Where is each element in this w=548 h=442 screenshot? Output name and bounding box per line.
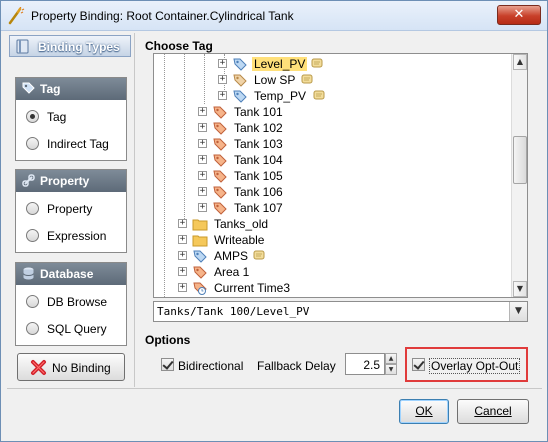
tag-orange-icon [213, 122, 227, 135]
tag-blue-icon [193, 250, 207, 263]
overlay-opt-out-checkbox[interactable] [412, 358, 425, 371]
scroll-down-button[interactable]: ▼ [513, 281, 527, 297]
radio-button[interactable] [26, 322, 39, 335]
overlay-opt-out-label: Overlay Opt-Out [429, 358, 521, 374]
documentation-scroll-icon [301, 74, 313, 84]
tag-group-title: Tag [16, 78, 126, 100]
tag-path-value: Tanks/Tank 100/Level_PV [157, 305, 310, 318]
fallback-delay-input[interactable]: 2.5 [345, 353, 385, 375]
close-button[interactable]: ✕ [497, 5, 541, 25]
tag-blue-icon [233, 58, 247, 71]
spin-down-button[interactable]: ▼ [385, 364, 397, 375]
expand-icon[interactable]: + [178, 267, 187, 276]
tag-orange-icon [213, 202, 227, 215]
red-x-icon [31, 360, 46, 375]
dropdown-button[interactable]: ▼ [509, 302, 527, 321]
title-bar[interactable]: Property Binding: Root Container.Cylindr… [1, 1, 547, 31]
folder-icon [192, 235, 208, 247]
scroll-up-button[interactable]: ▲ [513, 54, 527, 70]
expand-icon[interactable]: + [198, 171, 207, 180]
wand-icon [8, 7, 25, 25]
expand-icon[interactable]: + [218, 91, 227, 100]
cancel-button[interactable]: Cancel [457, 399, 529, 424]
expand-icon[interactable]: + [178, 283, 187, 292]
tag-tree[interactable]: + Level_PV + Low SP + Temp_PV + Tank 101… [153, 53, 528, 298]
database-group: Database DB Browse SQL Query [15, 262, 127, 346]
fallback-delay-label: Fallback Delay [257, 359, 336, 373]
tag-orange-icon [213, 138, 227, 151]
window-title: Property Binding: Root Container.Cylindr… [31, 9, 294, 23]
property-group-title: Property [16, 170, 126, 192]
tag-orange-icon [213, 154, 227, 167]
expand-icon[interactable]: + [198, 123, 207, 132]
tree-guide-line [184, 54, 185, 219]
fallback-delay-stepper[interactable]: ▲ ▼ [385, 353, 397, 375]
tag-group: Tag Tag Indirect Tag [15, 77, 127, 161]
binding-types-header: Binding Types [9, 35, 131, 57]
ok-button[interactable]: OK [399, 399, 449, 424]
expand-icon[interactable]: + [218, 75, 227, 84]
expand-icon[interactable]: + [198, 139, 207, 148]
bidirectional-checkbox[interactable] [161, 358, 174, 371]
chevron-down-icon: ▼ [515, 306, 522, 316]
spin-up-button[interactable]: ▲ [385, 353, 397, 364]
expand-icon[interactable]: + [178, 235, 187, 244]
no-binding-button[interactable]: No Binding [17, 353, 125, 381]
tag-path-combobox[interactable]: Tanks/Tank 100/Level_PV ▼ [153, 301, 528, 322]
binding-types-panel: Binding Types Tag Tag Indirect Tag Prope… [7, 33, 135, 387]
database-group-title: Database [16, 263, 126, 285]
radio-button[interactable] [26, 295, 39, 308]
choose-tag-title: Choose Tag [145, 39, 213, 53]
expand-icon[interactable]: + [178, 251, 187, 260]
expand-icon[interactable]: + [178, 219, 187, 228]
tag-orange-icon [193, 266, 207, 279]
tree-guide-line [204, 54, 205, 104]
tag-orange-icon [213, 170, 227, 183]
radio-button[interactable] [26, 202, 39, 215]
radio-button[interactable] [26, 137, 39, 150]
property-binding-dialog: Property Binding: Root Container.Cylindr… [0, 0, 548, 442]
bidirectional-label: Bidirectional [178, 359, 244, 373]
book-icon [16, 39, 29, 54]
radio-button[interactable] [26, 110, 39, 123]
tag-orange-icon [213, 186, 227, 199]
close-icon: ✕ [513, 7, 525, 22]
expand-icon[interactable]: + [198, 187, 207, 196]
binding-types-title: Binding Types [38, 40, 120, 54]
documentation-scroll-icon [313, 90, 325, 100]
expand-icon[interactable]: + [198, 107, 207, 116]
radio-button[interactable] [26, 229, 39, 242]
tree-guide-line [164, 54, 165, 297]
tag-tan-icon [233, 74, 247, 87]
property-group: Property Property Expression [15, 169, 127, 253]
options-title: Options [145, 333, 191, 347]
expand-icon[interactable]: + [218, 59, 227, 68]
expand-icon[interactable]: + [198, 155, 207, 164]
clock-tag-icon [193, 282, 207, 295]
tag-blue-icon [233, 90, 247, 103]
link-icon [22, 174, 35, 187]
documentation-scroll-icon [311, 58, 323, 68]
documentation-scroll-icon [253, 250, 265, 260]
separator [7, 388, 542, 389]
tag-icon [22, 82, 35, 94]
folder-icon [192, 219, 208, 231]
expand-icon[interactable]: + [198, 203, 207, 212]
database-icon [23, 267, 34, 280]
tree-vertical-scrollbar[interactable]: ▲ ▼ [511, 54, 527, 297]
scroll-thumb[interactable] [513, 136, 527, 184]
tag-orange-icon [213, 106, 227, 119]
